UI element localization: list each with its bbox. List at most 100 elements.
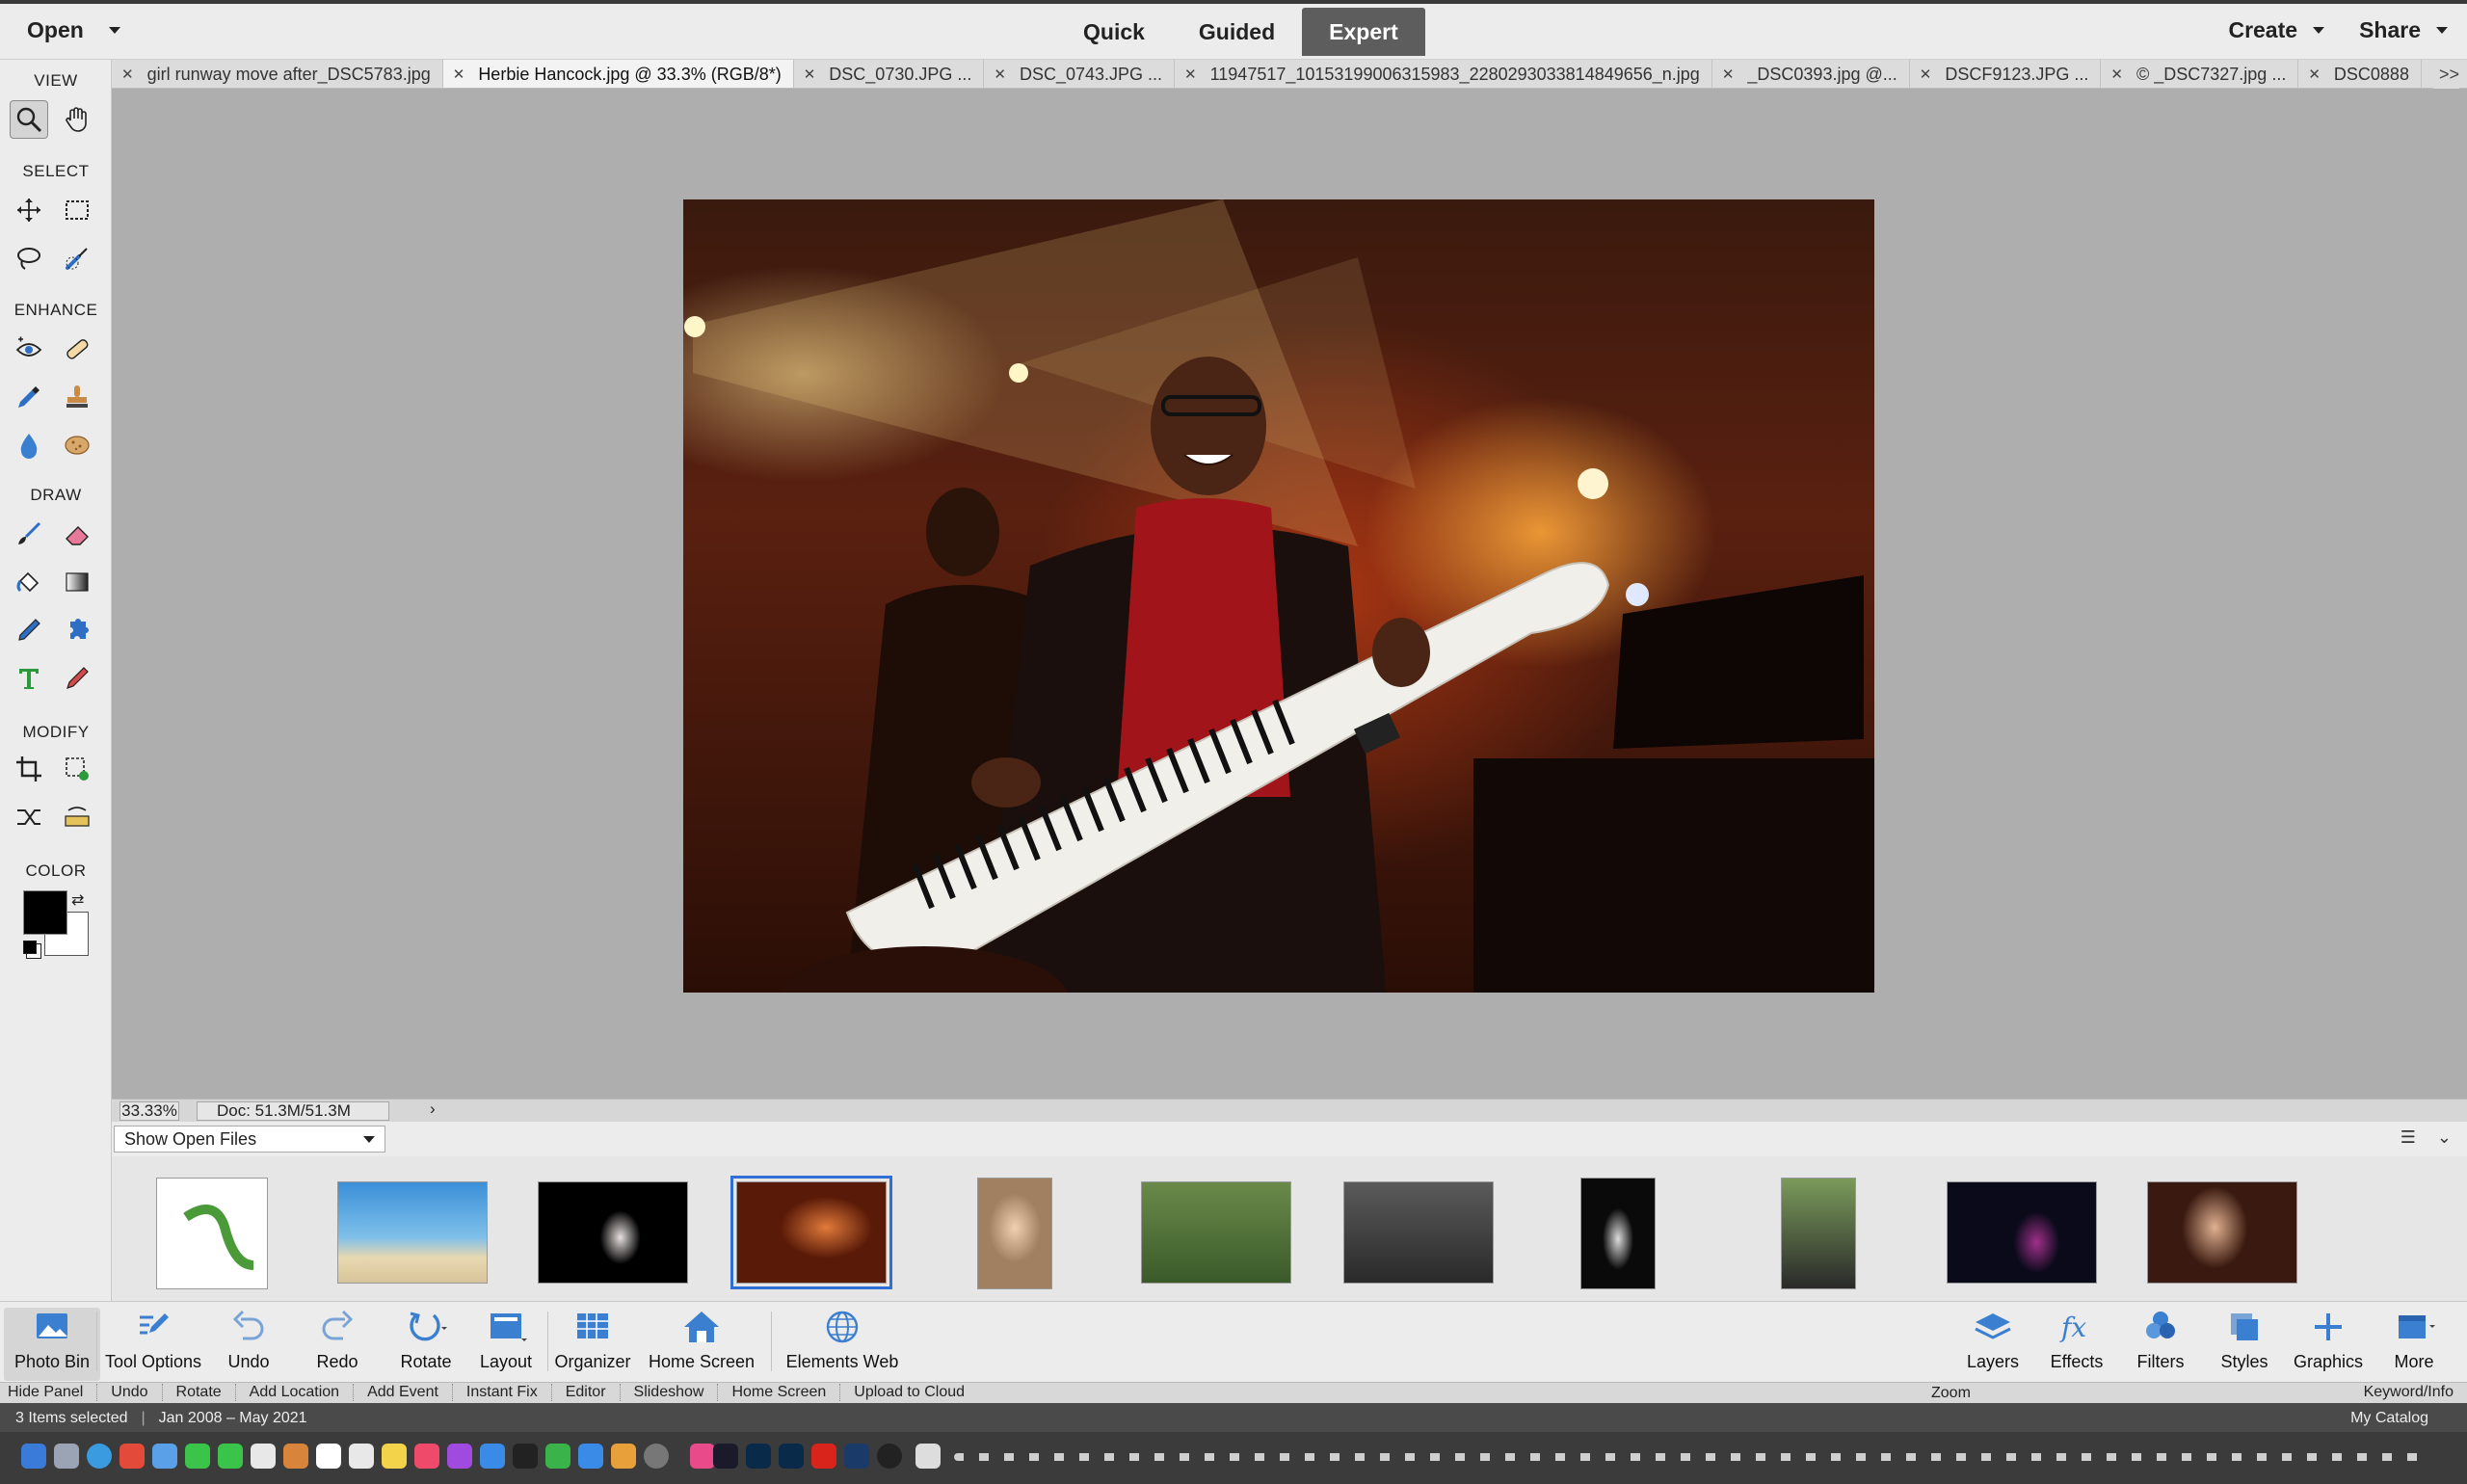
- show-open-files-dropdown[interactable]: Show Open Files: [114, 1126, 385, 1153]
- acrobat-icon[interactable]: [811, 1444, 836, 1469]
- paint-bucket-tool[interactable]: [10, 563, 48, 601]
- thumbnail[interactable]: [538, 1181, 688, 1284]
- styles-button[interactable]: Styles: [2215, 1308, 2274, 1372]
- close-icon[interactable]: ✕: [121, 66, 134, 83]
- filters-button[interactable]: Filters: [2130, 1308, 2191, 1372]
- bin-options-icon[interactable]: ☰: [2401, 1127, 2416, 1148]
- hand-tool[interactable]: [58, 100, 96, 139]
- menu-item-slideshow[interactable]: Slideshow: [634, 1384, 719, 1401]
- menu-item-rotate[interactable]: Rotate: [176, 1384, 236, 1401]
- podcasts-icon[interactable]: [447, 1444, 472, 1469]
- app-store-icon[interactable]: [480, 1444, 505, 1469]
- foreground-color-swatch[interactable]: [23, 890, 67, 935]
- tabs-overflow-button[interactable]: >>: [2432, 60, 2459, 89]
- dock-minimized-windows[interactable]: [954, 1453, 2428, 1461]
- launchpad-icon[interactable]: [54, 1444, 79, 1469]
- thumbnail[interactable]: [156, 1178, 268, 1289]
- app-icon[interactable]: [119, 1444, 145, 1469]
- zoom-level-field[interactable]: 33.33%: [119, 1101, 179, 1121]
- crop-tool[interactable]: [10, 750, 48, 788]
- menu-item-hide-panel[interactable]: Hide Panel: [8, 1384, 98, 1401]
- collapse-bin-icon[interactable]: ⌄: [2437, 1127, 2452, 1148]
- menu-item-editor[interactable]: Editor: [566, 1384, 621, 1401]
- tv-icon[interactable]: [513, 1444, 538, 1469]
- bridge-icon[interactable]: [713, 1444, 738, 1469]
- calendar-icon[interactable]: [316, 1444, 341, 1469]
- app-icon[interactable]: [915, 1444, 941, 1469]
- document-tab[interactable]: ✕ DSC_0743.JPG ...: [984, 60, 1176, 88]
- layout-button[interactable]: Layout: [474, 1308, 538, 1372]
- zoom-label[interactable]: Zoom: [1931, 1385, 1971, 1402]
- photoshop-icon[interactable]: [746, 1444, 771, 1469]
- document-tab[interactable]: ✕ _DSC0393.jpg @...: [1712, 60, 1910, 88]
- thumbnail[interactable]: [977, 1178, 1052, 1289]
- undo-button[interactable]: Undo: [222, 1308, 276, 1372]
- lasso-tool[interactable]: [10, 239, 48, 278]
- document-tab-active[interactable]: ✕ Herbie Hancock.jpg @ 33.3% (RGB/8*): [442, 60, 794, 88]
- open-button[interactable]: Open: [27, 17, 120, 43]
- rotate-button[interactable]: Rotate: [391, 1308, 461, 1372]
- document-tab[interactable]: ✕ DSC0888: [2298, 60, 2422, 88]
- close-icon[interactable]: ✕: [804, 66, 816, 83]
- reminders-icon[interactable]: [349, 1444, 374, 1469]
- mode-tab-quick[interactable]: Quick: [1056, 8, 1172, 56]
- canvas-area[interactable]: [112, 89, 2467, 1099]
- red-eye-tool[interactable]: [10, 330, 48, 368]
- sponge-tool[interactable]: [58, 426, 96, 464]
- settings-icon[interactable]: [644, 1444, 669, 1469]
- zoom-tool[interactable]: [10, 100, 48, 139]
- thumbnail[interactable]: [2147, 1181, 2297, 1284]
- spot-healing-tool[interactable]: [58, 330, 96, 368]
- organizer-button[interactable]: Organizer: [551, 1308, 634, 1372]
- gradient-tool[interactable]: [58, 563, 96, 601]
- notes-icon[interactable]: [382, 1444, 407, 1469]
- close-icon[interactable]: ✕: [453, 66, 465, 83]
- type-tool[interactable]: [10, 659, 48, 698]
- content-aware-move-tool[interactable]: [10, 798, 48, 836]
- default-colors-icon[interactable]: [23, 941, 37, 954]
- graphics-button[interactable]: Graphics: [2290, 1308, 2367, 1372]
- redo-button[interactable]: Redo: [310, 1308, 364, 1372]
- menu-item-undo[interactable]: Undo: [111, 1384, 163, 1401]
- finder-icon[interactable]: [21, 1444, 46, 1469]
- facetime-icon[interactable]: [185, 1444, 210, 1469]
- numbers-icon[interactable]: [545, 1444, 570, 1469]
- thumbnail[interactable]: [1580, 1178, 1656, 1289]
- tool-options-button[interactable]: Tool Options: [102, 1308, 204, 1372]
- share-button[interactable]: Share: [2359, 17, 2448, 43]
- app-icon[interactable]: [690, 1444, 715, 1469]
- menu-item-upload-to-cloud[interactable]: Upload to Cloud: [854, 1384, 978, 1401]
- swap-colors-icon[interactable]: ⇄: [71, 890, 84, 910]
- menu-item-add-event[interactable]: Add Event: [367, 1384, 453, 1401]
- elements-web-button[interactable]: Elements Web: [777, 1308, 908, 1372]
- document-size-info[interactable]: Doc: 51.3M/51.3M: [197, 1101, 389, 1121]
- quick-selection-tool[interactable]: [58, 239, 96, 278]
- create-button[interactable]: Create: [2228, 17, 2325, 43]
- music-icon[interactable]: [414, 1444, 439, 1469]
- keyword-info-label[interactable]: Keyword/Info: [2364, 1384, 2454, 1401]
- document-tab[interactable]: ✕ 11947517_10153199006315983_228029303381…: [1175, 60, 1712, 88]
- document-image[interactable]: [683, 199, 1874, 993]
- close-icon[interactable]: ✕: [2308, 66, 2321, 83]
- menu-item-instant-fix[interactable]: Instant Fix: [466, 1384, 552, 1401]
- messages-icon[interactable]: [218, 1444, 243, 1469]
- close-icon[interactable]: ✕: [994, 66, 1006, 83]
- document-tab[interactable]: ✕ DSCF9123.JPG ...: [1910, 60, 2102, 88]
- eyedropper-tool[interactable]: [10, 611, 48, 649]
- menu-item-add-location[interactable]: Add Location: [250, 1384, 355, 1401]
- thumbnail[interactable]: [1343, 1181, 1494, 1284]
- photos-icon[interactable]: [251, 1444, 276, 1469]
- eraser-tool[interactable]: [58, 515, 96, 553]
- layers-button[interactable]: Layers: [1962, 1308, 2024, 1372]
- clone-stamp-tool[interactable]: [58, 378, 96, 416]
- close-icon[interactable]: ✕: [1722, 66, 1735, 83]
- thumbnail[interactable]: [1141, 1181, 1291, 1284]
- close-icon[interactable]: ✕: [2110, 66, 2123, 83]
- pencil-tool[interactable]: [58, 659, 96, 698]
- app-icon[interactable]: [877, 1444, 902, 1469]
- app-icon[interactable]: [844, 1444, 869, 1469]
- custom-shape-tool[interactable]: [58, 611, 96, 649]
- straighten-tool[interactable]: [58, 798, 96, 836]
- app-icon[interactable]: [283, 1444, 308, 1469]
- close-icon[interactable]: ✕: [1184, 66, 1197, 83]
